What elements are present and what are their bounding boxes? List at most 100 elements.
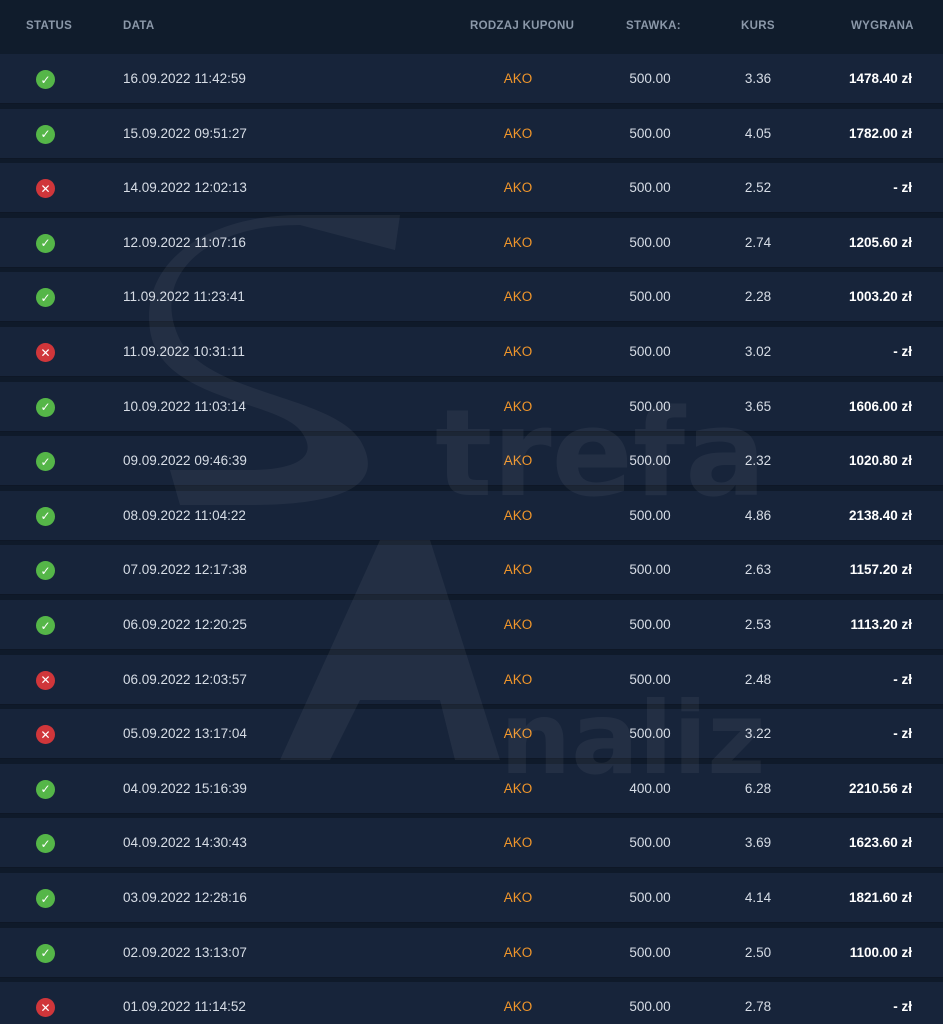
row-stake: 400.00 — [629, 780, 671, 796]
row-date: 03.09.2022 12:28:16 — [123, 890, 247, 905]
row-date: 01.09.2022 11:14:52 — [123, 999, 246, 1015]
row-win: 1020.80 zł — [848, 453, 912, 469]
row-odds: 2.78 — [744, 999, 772, 1015]
table-row[interactable]: ✓ 10.09.2022 11:03:14 AKO 500.00 3.65 1606.00… — [0, 381, 943, 432]
row-odds: 2.50 — [744, 944, 772, 960]
check-circle-icon: ✓ — [36, 561, 55, 581]
cross-circle-icon: ✕ — [36, 998, 55, 1018]
check-circle-icon: ✓ — [36, 397, 55, 417]
row-win: 1623.60 zł — [848, 835, 912, 851]
row-stake: 500.00 — [629, 507, 671, 523]
row-date: 16.09.2022 11:42:59 — [123, 71, 246, 86]
table-row[interactable]: ✓ 04.09.2022 15:16:39 AKO 400.00 6.28 2210.56… — [0, 763, 943, 814]
header-date[interactable]: DATA — [123, 20, 154, 32]
row-win: 1205.60 zł — [848, 234, 912, 250]
row-stake: 500.00 — [629, 180, 671, 196]
row-odds: 3.02 — [744, 344, 772, 359]
row-win: - zł — [893, 344, 912, 359]
table-row[interactable]: ✓ 07.09.2022 12:17:38 AKO 500.00 2.63 1157.20… — [0, 545, 943, 596]
row-date: 10.09.2022 11:03:14 — [123, 398, 246, 414]
row-date: 06.09.2022 12:03:57 — [123, 671, 247, 687]
table-row[interactable]: ✕ 05.09.2022 13:17:04 AKO 500.00 3.22 - zł — [0, 709, 943, 760]
header-stake[interactable]: STAWKA: — [626, 20, 681, 32]
header-status[interactable]: STATUS — [26, 20, 72, 32]
table-row[interactable]: ✓ 02.09.2022 13:13:07 AKO 500.00 2.50 1100.00… — [0, 927, 943, 978]
row-status: ✓ — [36, 218, 56, 268]
row-stake: 500.00 — [629, 835, 671, 851]
row-coupon-type: AKO — [503, 180, 533, 196]
row-date: 11.09.2022 10:31:11 — [123, 344, 245, 359]
row-odds: 4.14 — [744, 890, 772, 905]
row-date: 08.09.2022 11:04:22 — [123, 507, 246, 523]
table-row[interactable]: ✓ 09.09.2022 09:46:39 AKO 500.00 2.32 1020.80… — [0, 436, 943, 487]
table-row[interactable]: ✕ 14.09.2022 12:02:13 AKO 500.00 2.52 - zł — [0, 163, 943, 214]
check-circle-icon: ✓ — [36, 889, 55, 908]
row-coupon-type: AKO — [503, 562, 533, 578]
row-odds: 3.65 — [744, 398, 772, 414]
row-win: - zł — [893, 726, 912, 742]
row-status: ✓ — [36, 109, 56, 159]
row-odds: 4.86 — [744, 507, 772, 523]
table-row[interactable]: ✓ 16.09.2022 11:42:59 AKO 500.00 3.36 1478.40… — [0, 54, 943, 104]
check-circle-icon: ✓ — [36, 943, 55, 963]
row-win: - zł — [893, 180, 912, 196]
row-win: 2138.40 zł — [848, 507, 912, 523]
row-coupon-type: AKO — [503, 398, 533, 414]
row-odds: 2.32 — [744, 453, 772, 469]
row-status: ✓ — [36, 54, 56, 104]
row-status: ✓ — [36, 272, 56, 322]
check-circle-icon: ✓ — [36, 616, 55, 635]
row-status: ✕ — [36, 655, 56, 705]
check-circle-icon: ✓ — [36, 124, 55, 144]
row-win: 1113.20 zł — [850, 617, 912, 632]
row-win: 1782.00 zł — [848, 125, 912, 141]
row-date: 09.09.2022 09:46:39 — [123, 453, 247, 469]
table-row[interactable]: ✓ 11.09.2022 11:23:41 AKO 500.00 2.28 1003.20… — [0, 272, 943, 323]
table-row[interactable]: ✓ 06.09.2022 12:20:25 AKO 500.00 2.53 1113.20… — [0, 600, 943, 650]
row-stake: 500.00 — [629, 71, 671, 86]
cross-circle-icon: ✕ — [36, 670, 55, 690]
row-coupon-type: AKO — [503, 289, 533, 305]
row-coupon-type: AKO — [503, 944, 533, 960]
row-coupon-type: AKO — [503, 890, 533, 905]
row-date: 04.09.2022 14:30:43 — [123, 835, 247, 851]
table-row[interactable]: ✓ 03.09.2022 12:28:16 AKO 500.00 4.14 1821.60… — [0, 873, 943, 923]
row-coupon-type: AKO — [503, 835, 533, 851]
row-coupon-type: AKO — [503, 726, 533, 742]
row-odds: 3.36 — [744, 71, 772, 86]
row-coupon-type: AKO — [503, 617, 533, 632]
header-coupon-type[interactable]: RODZAJ KUPONU — [470, 20, 574, 32]
table-row[interactable]: ✕ 11.09.2022 10:31:11 AKO 500.00 3.02 - zł — [0, 327, 943, 377]
header-win[interactable]: WYGRANA — [851, 20, 914, 32]
row-status: ✓ — [36, 928, 56, 978]
row-stake: 500.00 — [629, 617, 671, 632]
row-status: ✓ — [36, 818, 56, 868]
row-date: 14.09.2022 12:02:13 — [123, 180, 247, 196]
row-status: ✕ — [36, 327, 56, 377]
table-row[interactable]: ✓ 12.09.2022 11:07:16 AKO 500.00 2.74 1205.60… — [0, 217, 943, 268]
check-circle-icon: ✓ — [36, 779, 55, 799]
row-stake: 500.00 — [629, 398, 671, 414]
row-coupon-type: AKO — [503, 125, 533, 141]
row-coupon-type: AKO — [503, 344, 533, 359]
cross-circle-icon: ✕ — [36, 343, 55, 362]
cross-circle-icon: ✕ — [36, 179, 55, 199]
cross-circle-icon: ✕ — [36, 725, 55, 745]
row-win: - zł — [893, 671, 912, 687]
row-status: ✓ — [36, 491, 56, 541]
row-coupon-type: AKO — [503, 453, 533, 469]
row-date: 15.09.2022 09:51:27 — [123, 125, 247, 141]
table-row[interactable]: ✓ 08.09.2022 11:04:22 AKO 500.00 4.86 2138.40… — [0, 490, 943, 541]
header-odds[interactable]: KURS — [741, 20, 775, 32]
table-row[interactable]: ✓ 04.09.2022 14:30:43 AKO 500.00 3.69 1623.60… — [0, 818, 943, 869]
row-odds: 3.22 — [744, 726, 772, 742]
table-row[interactable]: ✓ 15.09.2022 09:51:27 AKO 500.00 4.05 1782.00… — [0, 108, 943, 159]
table-row[interactable]: ✕ 01.09.2022 11:14:52 AKO 500.00 2.78 - zł — [0, 982, 943, 1024]
row-stake: 500.00 — [629, 944, 671, 960]
row-odds: 2.52 — [744, 180, 772, 196]
row-status: ✓ — [36, 436, 56, 486]
row-odds: 3.69 — [744, 835, 772, 851]
row-status: ✓ — [36, 600, 56, 650]
table-row[interactable]: ✕ 06.09.2022 12:03:57 AKO 500.00 2.48 - zł — [0, 654, 943, 705]
row-date: 02.09.2022 13:13:07 — [123, 944, 247, 960]
